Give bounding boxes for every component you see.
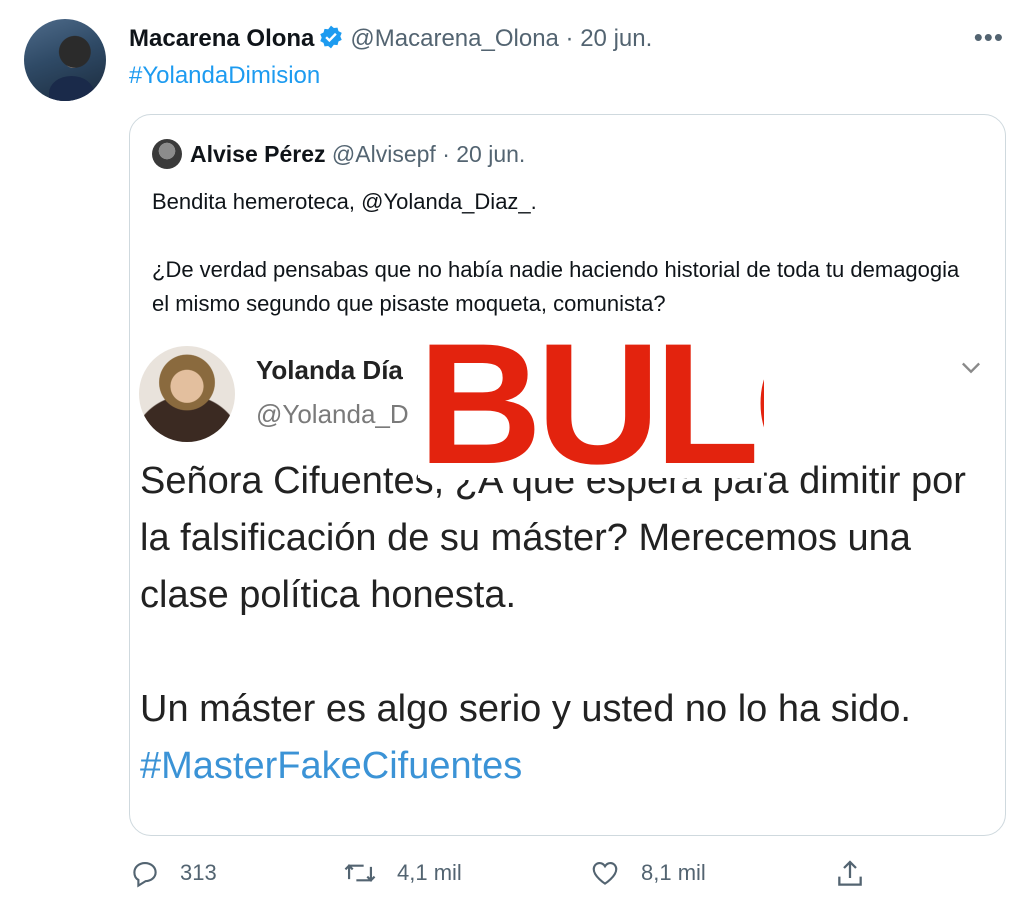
screenshot-handle: @Yolanda_D — [256, 399, 409, 429]
screenshot-text: Señora Cifuentes, ¿A qué espera para dim… — [140, 453, 1000, 795]
like-button[interactable]: 8,1 mil — [589, 858, 706, 888]
screenshot-name: Yolanda Día — [256, 355, 403, 385]
quoted-header: Alvise Pérez @Alvisepf · 20 jun. — [152, 139, 525, 169]
tweet-actions: 313 4,1 mil 8,1 mil — [0, 848, 1024, 908]
retweet-count: 4,1 mil — [397, 860, 462, 885]
share-icon — [834, 858, 866, 890]
reply-count: 313 — [180, 860, 217, 885]
author-avatar[interactable] — [24, 19, 106, 101]
quoted-avatar — [152, 139, 182, 169]
like-count: 8,1 mil — [641, 860, 706, 885]
chevron-down-icon — [957, 353, 985, 388]
reply-button[interactable]: 313 — [130, 858, 217, 888]
author-meta[interactable]: @Macarena_Olona · 20 jun. — [350, 25, 652, 52]
quoted-text: Bendita hemeroteca, @Yolanda_Diaz_. ¿De … — [152, 189, 960, 316]
verified-icon — [318, 24, 344, 57]
quoted-author-name: Alvise Pérez — [190, 141, 326, 167]
retweet-button[interactable]: 4,1 mil — [343, 858, 462, 888]
tweet-hashtag[interactable]: #YolandaDimision — [129, 62, 320, 90]
tweet-header: Macarena Olona @Macarena_Olona · 20 jun. — [129, 24, 652, 57]
screenshot-avatar — [139, 346, 235, 442]
retweet-icon — [343, 858, 377, 888]
screenshot-body: Señora Cifuentes, ¿A qué espera para dim… — [140, 460, 966, 730]
more-icon[interactable]: ••• — [974, 22, 1004, 53]
quoted-meta: @Alvisepf · 20 jun. — [331, 141, 526, 167]
like-icon — [589, 858, 621, 888]
screenshot-hashtag: #MasterFakeCifuentes — [140, 745, 523, 787]
reply-icon — [130, 858, 160, 888]
hoax-stamp: BULO — [418, 330, 764, 478]
author-name[interactable]: Macarena Olona — [129, 25, 314, 52]
share-button[interactable] — [834, 858, 866, 890]
